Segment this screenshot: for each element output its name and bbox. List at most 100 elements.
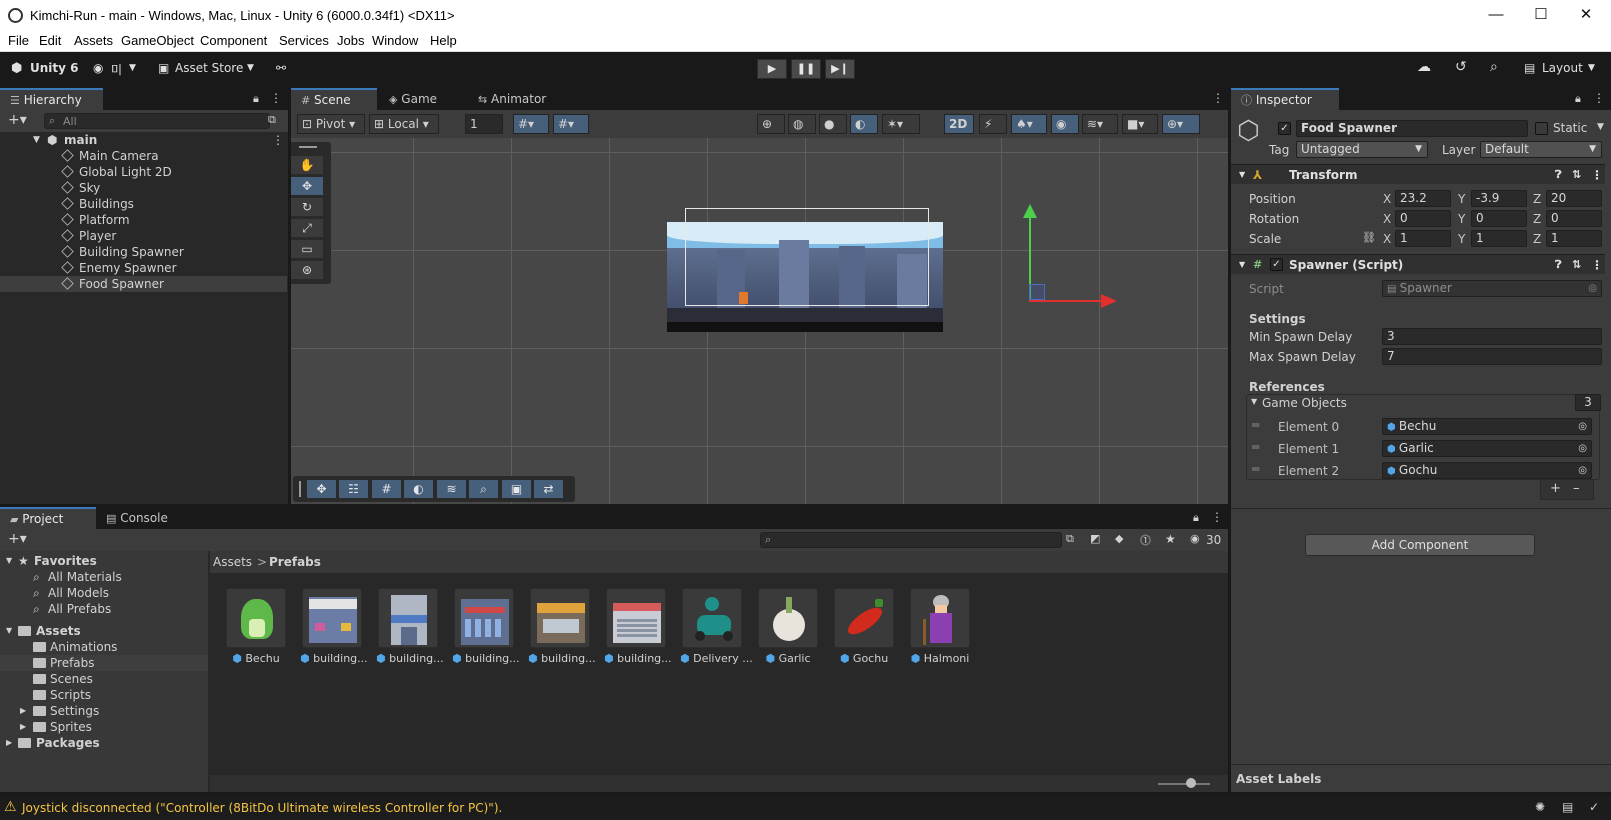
close-button[interactable]: ✕ bbox=[1568, 4, 1604, 26]
create-button[interactable]: +▾ bbox=[8, 531, 27, 547]
list-add-button[interactable]: + bbox=[1550, 480, 1561, 498]
list-remove-button[interactable]: – bbox=[1573, 480, 1580, 498]
orientation-icon[interactable]: ◐ bbox=[404, 480, 434, 498]
expand-arrow-icon[interactable]: ▶ bbox=[20, 719, 26, 735]
version-control-icon[interactable]: ⚯ bbox=[276, 61, 286, 75]
gizmos-icon[interactable]: ⊕▾ bbox=[1162, 114, 1200, 134]
gizmo-y-arrow-icon[interactable] bbox=[1023, 204, 1037, 218]
scale-z-field[interactable]: 1 bbox=[1546, 230, 1602, 247]
rotation-y-field[interactable]: 0 bbox=[1471, 210, 1527, 227]
pause-button[interactable]: ❚❚ bbox=[791, 59, 821, 79]
move-tool-icon[interactable]: ✥ bbox=[307, 480, 337, 498]
scene-filter-icon[interactable]: ⧉ bbox=[268, 113, 276, 127]
preset-icon[interactable]: ⇅ bbox=[1572, 165, 1581, 185]
history-icon[interactable]: ↺ bbox=[1455, 59, 1467, 75]
expand-arrow-icon[interactable]: ▼ bbox=[6, 623, 12, 639]
tab-console[interactable]: ▤ Console bbox=[96, 507, 178, 529]
tab-inspector[interactable]: ⓘ Inspector bbox=[1231, 88, 1339, 110]
more-menu-icon[interactable]: ⋮ bbox=[1591, 255, 1603, 275]
expand-arrow-icon[interactable]: ▼ bbox=[33, 132, 40, 148]
scene-row[interactable]: ▼ ⬢ main ⋮ bbox=[0, 132, 287, 148]
rotation-x-field[interactable]: 0 bbox=[1395, 210, 1451, 227]
help-icon[interactable]: ❓︎ bbox=[1555, 255, 1562, 275]
grid-snap-button[interactable]: #▾ bbox=[513, 114, 549, 134]
maximize-button[interactable]: ☐ bbox=[1523, 4, 1559, 26]
asset-item[interactable]: ⬢ Halmoni bbox=[908, 588, 972, 665]
shuffle-icon[interactable]: ⇄ bbox=[534, 480, 564, 498]
transform-tool-icon[interactable]: ⊛ bbox=[291, 261, 323, 280]
asset-item[interactable]: ⬢ building... bbox=[452, 588, 520, 665]
more-menu-icon[interactable]: ⋮ bbox=[270, 91, 282, 105]
favorite-star-icon[interactable]: ★ bbox=[1165, 532, 1176, 546]
zoom-slider-thumb[interactable] bbox=[1186, 778, 1196, 788]
layout-dropdown[interactable]: Layout bbox=[1542, 61, 1583, 75]
menu-jobs[interactable]: Jobs bbox=[337, 33, 364, 48]
shading-lit-icon[interactable]: ◐ bbox=[850, 114, 878, 134]
folder-item-selected[interactable]: Prefabs bbox=[0, 655, 208, 671]
folder-item[interactable]: Animations bbox=[0, 639, 208, 655]
more-menu-icon[interactable]: ⋮ bbox=[1211, 510, 1223, 524]
drag-handle-icon[interactable] bbox=[299, 481, 301, 497]
drag-handle-icon[interactable]: ═ bbox=[1252, 418, 1259, 432]
expand-arrow-icon[interactable]: ▼ bbox=[1239, 255, 1245, 275]
scene-more-icon[interactable]: ⋮ bbox=[272, 132, 284, 148]
tile-palette-icon[interactable]: ☷ bbox=[339, 480, 369, 498]
constrain-proportions-icon[interactable]: ⛓ bbox=[1362, 231, 1376, 244]
chevron-down-icon[interactable]: ▼ bbox=[247, 63, 254, 73]
spawner-enabled-checkbox[interactable]: ✓ bbox=[1270, 258, 1283, 271]
object-name-field[interactable]: Food Spawner bbox=[1296, 120, 1528, 137]
position-x-field[interactable]: 23.2 bbox=[1395, 190, 1451, 207]
tab-project[interactable]: ▰ Project bbox=[0, 507, 96, 529]
favorites-row[interactable]: ▼ ★ Favorites bbox=[0, 553, 208, 569]
hierarchy-search-input[interactable]: ⌕ All bbox=[44, 113, 270, 129]
expand-arrow-icon[interactable]: ▼ bbox=[6, 553, 12, 569]
asset-item[interactable]: ⬢ Bechu bbox=[224, 588, 288, 665]
object-picker-icon[interactable]: ◎ bbox=[1578, 441, 1587, 456]
cloud-icon[interactable]: ☁ bbox=[1417, 59, 1431, 75]
gizmo-plane-handle[interactable] bbox=[1029, 284, 1045, 300]
mode-2d-button[interactable]: 2D bbox=[944, 114, 974, 134]
spawner-header[interactable]: ▼ # ✓ Spawner (Script) ❓︎ ⇅ ⋮ bbox=[1231, 254, 1605, 274]
search-by-type-icon[interactable]: ⧉ bbox=[1066, 532, 1074, 546]
camera-icon[interactable]: ▣ bbox=[502, 480, 532, 498]
menu-window[interactable]: Window bbox=[372, 33, 418, 48]
zoom-slider-track[interactable] bbox=[1158, 783, 1210, 785]
asset-item[interactable]: ⬢ building... bbox=[300, 588, 368, 665]
hierarchy-item[interactable]: Enemy Spawner bbox=[0, 260, 287, 276]
lock-icon[interactable]: 🔒︎ bbox=[1575, 92, 1581, 106]
scale-x-field[interactable]: 1 bbox=[1395, 230, 1451, 247]
assets-root-row[interactable]: ▼ Assets bbox=[0, 623, 208, 639]
search-icon[interactable]: ⌕ bbox=[1490, 59, 1498, 75]
element-2-field[interactable]: ⬢ Gochu ◎ bbox=[1382, 462, 1592, 479]
cache-server-icon[interactable]: ▤ bbox=[1562, 800, 1573, 814]
log-issues-icon[interactable]: ⓵ bbox=[1140, 532, 1151, 548]
breadcrumb-prefabs[interactable]: Prefabs bbox=[269, 555, 321, 569]
project-search-input[interactable]: ⌕ bbox=[760, 532, 1062, 548]
expand-arrow-icon[interactable]: ▶ bbox=[6, 735, 12, 751]
hierarchy-item[interactable]: Building Spawner bbox=[0, 244, 287, 260]
grid-size-field[interactable]: 1 bbox=[465, 114, 503, 134]
active-checkbox[interactable]: ✓ bbox=[1278, 122, 1291, 135]
menu-file[interactable]: File bbox=[8, 33, 29, 48]
menu-gameobject[interactable]: GameObject bbox=[121, 33, 194, 48]
menu-services[interactable]: Services bbox=[279, 33, 329, 48]
chevron-down-icon[interactable]: ▼ bbox=[1597, 122, 1604, 132]
status-message[interactable]: Joystick disconnected ("Controller (8Bit… bbox=[22, 801, 502, 815]
static-checkbox[interactable] bbox=[1535, 122, 1548, 135]
hierarchy-item[interactable]: Buildings bbox=[0, 196, 287, 212]
position-z-field[interactable]: 20 bbox=[1546, 190, 1602, 207]
position-y-field[interactable]: -3.9 bbox=[1471, 190, 1527, 207]
shading-solid-icon[interactable]: ● bbox=[819, 114, 847, 134]
asset-item[interactable]: ⬢ building... bbox=[604, 588, 672, 665]
grid-icon[interactable]: # bbox=[372, 480, 402, 498]
lighting-toggle-icon[interactable]: ⚡ bbox=[979, 114, 1007, 134]
folder-item[interactable]: Scenes bbox=[0, 671, 208, 687]
more-menu-icon[interactable]: ⋮ bbox=[1593, 91, 1605, 105]
rotate-tool-icon[interactable]: ↻ bbox=[291, 198, 323, 217]
object-picker-icon[interactable]: ◎ bbox=[1578, 419, 1587, 434]
menu-assets[interactable]: Assets bbox=[74, 33, 113, 48]
step-button[interactable]: ▶❙ bbox=[825, 59, 855, 79]
status-check-icon[interactable]: ✓ bbox=[1589, 800, 1599, 814]
minimize-button[interactable]: — bbox=[1478, 4, 1514, 26]
move-tool-icon[interactable]: ✥ bbox=[291, 177, 323, 196]
